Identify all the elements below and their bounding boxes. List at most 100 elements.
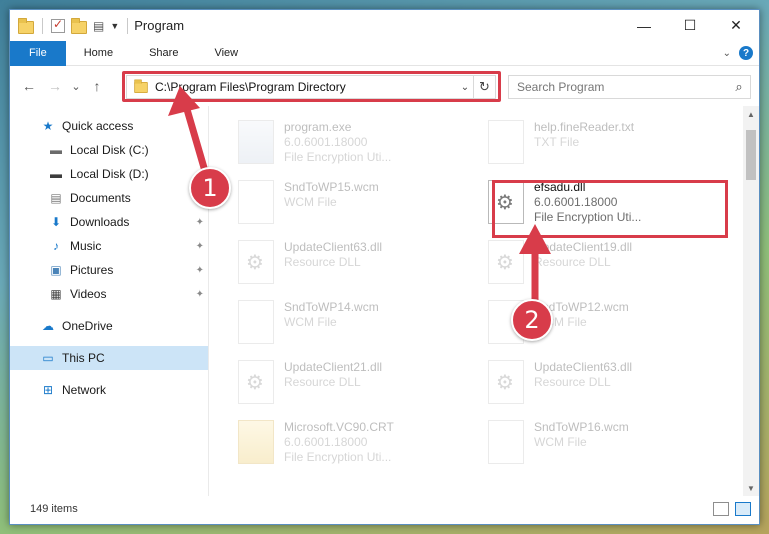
sidebar-item-videos[interactable]: ▦ Videos ✦ [10, 282, 208, 306]
file-item[interactable]: UpdateClient63.dll Resource DLL [482, 356, 722, 412]
status-bar: 149 items [10, 494, 759, 524]
maximize-button[interactable]: ☐ [667, 10, 713, 41]
vertical-scrollbar[interactable]: ▲ ▼ [743, 106, 759, 496]
sidebar-item-label: Documents [70, 191, 131, 205]
file-type: WCM File [284, 195, 337, 209]
file-type: TXT File [534, 135, 580, 149]
file-name: help.fineReader.txt [534, 120, 635, 134]
ribbon-tabs: File Home Share View ⌄ ? [10, 40, 759, 66]
address-bar[interactable]: C:\Program Files\Program Directory ⌄ ↻ [126, 75, 496, 99]
search-box[interactable]: ⌕ [508, 75, 751, 99]
file-name: UpdateClient63.dll [534, 360, 633, 374]
file-name: SndToWP14.wcm [284, 300, 379, 314]
sidebar-item-documents[interactable]: ▤ Documents [10, 186, 208, 210]
sidebar-item-label: Videos [70, 287, 107, 301]
file-item[interactable]: SndToWP14.wcm WCM File [232, 296, 472, 352]
folder-icon [134, 78, 148, 93]
minimize-button[interactable]: — [621, 10, 667, 41]
sidebar-item-downloads[interactable]: ⬇ Downloads ✦ [10, 210, 208, 234]
sidebar-item-local-disk-c[interactable]: ▬ Local Disk (C:) [10, 138, 208, 162]
pin-icon[interactable]: ✦ [196, 265, 204, 276]
refresh-button[interactable]: ↻ [473, 76, 495, 98]
sidebar-item-network[interactable]: ⊞ Network [10, 378, 208, 402]
tab-file[interactable]: File [10, 40, 66, 66]
window-controls: — ☐ ✕ [621, 10, 759, 41]
expand-ribbon-chevron-icon[interactable]: ⌄ [723, 48, 731, 59]
file-item[interactable]: Microsoft.VC90.CRT 6.0.6001.18000 File E… [232, 416, 472, 472]
sidebar-item-pictures[interactable]: ▣ Pictures ✦ [10, 258, 208, 282]
back-button[interactable]: ← [16, 78, 42, 94]
rename-icon[interactable]: ▤ [93, 19, 104, 33]
sidebar-item-label: OneDrive [62, 319, 113, 333]
sidebar-item-onedrive[interactable]: ☁ OneDrive [10, 314, 208, 338]
search-icon[interactable]: ⌕ [728, 79, 750, 95]
scroll-up-arrow-icon[interactable]: ▲ [743, 106, 759, 122]
file-item[interactable]: UpdateClient19.dll Resource DLL [482, 236, 722, 292]
file-list[interactable]: program.exe 6.0.6001.18000 File Encrypti… [210, 106, 745, 496]
sidebar-item-label: Downloads [70, 215, 130, 229]
file-item[interactable]: UpdateClient21.dll Resource DLL [232, 356, 472, 412]
file-name: program.exe [284, 120, 352, 134]
computer-icon: ▭ [42, 351, 54, 365]
folder-file-icon [238, 420, 274, 464]
up-button[interactable]: ↑ [84, 78, 110, 94]
quick-access-toolbar: ▤ ▼ [10, 17, 130, 34]
forward-button[interactable]: → [42, 78, 68, 94]
close-button[interactable]: ✕ [713, 10, 759, 41]
callout-1: 1 [189, 167, 231, 209]
file-item[interactable]: help.fineReader.txt TXT File [482, 116, 722, 172]
file-name: UpdateClient19.dll [534, 240, 633, 254]
pin-icon[interactable]: ✦ [196, 289, 204, 300]
text-file-icon [488, 120, 524, 164]
file-name: SndToWP15.wcm [284, 180, 379, 194]
recent-locations-chevron-icon[interactable]: ⌄ [68, 80, 84, 93]
file-name: UpdateClient63.dll [284, 240, 383, 254]
address-path[interactable]: C:\Program Files\Program Directory [155, 80, 457, 94]
dll-file-icon [238, 360, 274, 404]
sidebar-item-local-disk-d[interactable]: ▬ Local Disk (D:) [10, 162, 208, 186]
window-title: Program [134, 18, 185, 33]
star-icon: ★ [42, 119, 54, 133]
file-item-efsadu-dll[interactable]: efsadu.dll 6.0.6001.18000 File Encryptio… [482, 176, 722, 232]
details-view-icon[interactable] [713, 502, 729, 516]
scroll-thumb[interactable] [746, 130, 756, 180]
file-name: UpdateClient21.dll [284, 360, 383, 374]
file-item[interactable]: program.exe 6.0.6001.18000 File Encrypti… [232, 116, 472, 172]
tab-home[interactable]: Home [66, 41, 131, 66]
address-dropdown-chevron-icon[interactable]: ⌄ [457, 82, 473, 93]
sidebar-item-quick-access[interactable]: ★ Quick access [10, 114, 208, 138]
dll-file-icon [488, 180, 524, 224]
tiles-view-icon[interactable] [735, 502, 751, 516]
file-item[interactable]: UpdateClient63.dll Resource DLL [232, 236, 472, 292]
toolbar-divider [127, 17, 129, 34]
new-folder-icon[interactable] [71, 17, 87, 34]
file-item[interactable]: SndToWP15.wcm WCM File [232, 176, 472, 232]
file-description: File Encryption Uti... [534, 210, 642, 224]
tab-share[interactable]: Share [131, 41, 196, 66]
sidebar-item-label: This PC [62, 351, 105, 365]
customize-toolbar-chevron-icon[interactable]: ▼ [110, 21, 119, 31]
ribbon-help-area: ⌄ ? [723, 46, 753, 60]
properties-icon[interactable] [51, 17, 65, 33]
network-icon: ⊞ [42, 383, 54, 397]
folder-icon[interactable] [18, 17, 34, 34]
music-icon: ♪ [53, 239, 59, 253]
file-version: 6.0.6001.18000 [284, 435, 368, 449]
file-type: Resource DLL [534, 375, 611, 389]
file-version: 6.0.6001.18000 [284, 135, 368, 149]
file-item[interactable]: SndToWP16.wcm WCM File [482, 416, 722, 472]
pin-icon[interactable]: ✦ [196, 241, 204, 252]
tab-view[interactable]: View [196, 41, 256, 66]
sidebar-item-label: Local Disk (D:) [70, 167, 149, 181]
sidebar-item-label: Network [62, 383, 107, 397]
search-input[interactable] [509, 77, 728, 97]
sidebar-item-this-pc[interactable]: ▭ This PC [10, 346, 208, 370]
drive-icon: ▬ [50, 167, 62, 181]
pin-icon[interactable]: ✦ [196, 217, 204, 228]
document-file-icon [238, 180, 274, 224]
sidebar-item-music[interactable]: ♪ Music ✦ [10, 234, 208, 258]
help-icon[interactable]: ? [739, 46, 753, 60]
